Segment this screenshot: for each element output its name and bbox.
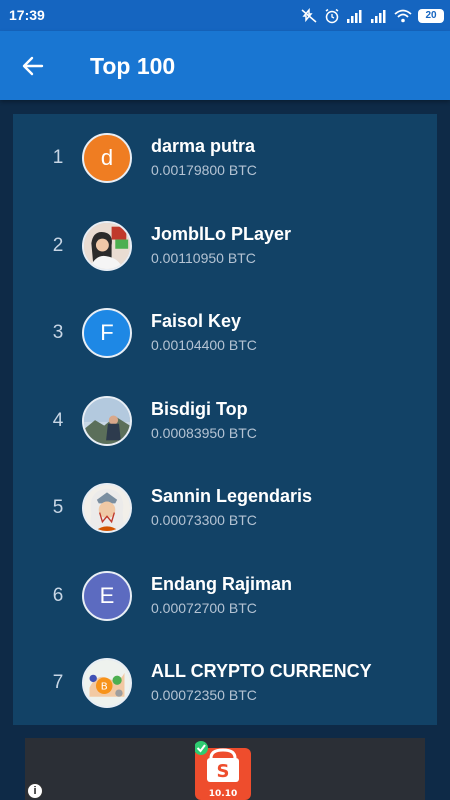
user-name: Bisdigi Top [151,398,248,419]
leaderboard-row[interactable]: 2 JomblLo PLayer 0.00110950 BTC [13,202,437,290]
rank-number: 1 [52,147,64,168]
app-bar: Top 100 [0,31,450,100]
leaderboard-row[interactable]: 4 Bisdigi Top 0.00083950 BTC [13,377,437,465]
leaderboard-row[interactable]: 6 E Endang Rajiman 0.00072700 BTC [13,552,437,640]
user-name: Endang Rajiman [151,573,293,594]
user-name: ALL CRYPTO CURRENCY [151,661,372,681]
avatar-photo: B [82,658,132,708]
page-title: Top 100 [90,53,176,79]
avatar-photo [82,220,132,271]
leaderboard-row[interactable]: 5 Sannin Legendaris 0.00073300 BTC [13,464,437,552]
ad-banner[interactable]: S 10.10 i [25,738,425,800]
user-name: Faisol Key [151,311,242,331]
ad-info-button[interactable]: i [27,783,43,799]
avatar: d [82,133,132,183]
svg-text:B: B [101,681,108,692]
rank-number: 4 [52,409,64,431]
shopping-bag-app-icon: S 10.10 [195,741,251,800]
user-photo-icon [84,222,130,269]
crypto-coins-icon: B [84,660,130,706]
battery-indicator: 20 [418,9,444,23]
alarm-icon [325,8,339,24]
avatar-photo [82,395,132,446]
user-photo-icon [84,485,130,531]
btc-amount: 0.00072350 BTC [151,687,257,703]
wifi-icon [394,9,412,23]
mute-icon [301,8,317,23]
avatar-letter: F [100,320,114,345]
avatar-letter: d [100,145,114,170]
leaderboard-row[interactable]: 3 F Faisol Key 0.00104400 BTC [13,289,437,377]
status-bar: 17:39 20 [0,0,450,31]
avatar-photo [82,483,132,533]
svg-text:S: S [217,761,230,782]
rank-number: 2 [52,234,64,256]
btc-amount: 0.00072700 BTC [151,599,257,616]
back-button[interactable] [16,49,50,83]
btc-amount: 0.00110950 BTC [151,249,256,266]
btc-amount: 0.00073300 BTC [151,512,257,528]
btc-amount: 0.00104400 BTC [151,337,257,353]
leaderboard-row[interactable]: 1 d darma putra 0.00179800 BTC [13,114,437,202]
ad-badge-text: 10.10 [209,789,237,799]
btc-amount: 0.00179800 BTC [151,162,257,178]
user-name: Sannin Legendaris [151,486,313,506]
rank-number: 6 [52,584,64,606]
leaderboard-row[interactable]: 7 B ALL CRYPTO CURRENCY 0.00072350 BTC [13,639,437,727]
avatar-letter: E [99,582,115,608]
rank-number: 7 [52,672,64,693]
leaderboard-list: 1 d darma putra 0.00179800 BTC 2 JomblLo… [13,114,437,725]
user-photo-icon [84,397,130,444]
user-name: JomblLo PLayer [151,223,292,244]
avatar: F [82,308,132,358]
signal-icon-2 [371,10,386,23]
status-time: 17:39 [9,7,45,23]
btc-amount: 0.00083950 BTC [151,424,257,441]
arrow-left-icon [22,56,44,76]
status-icons: 20 [300,6,444,26]
signal-icon [347,10,362,23]
avatar: E [82,570,132,621]
rank-number: 5 [52,497,64,518]
rank-number: 3 [52,322,64,343]
user-name: darma putra [151,136,256,156]
